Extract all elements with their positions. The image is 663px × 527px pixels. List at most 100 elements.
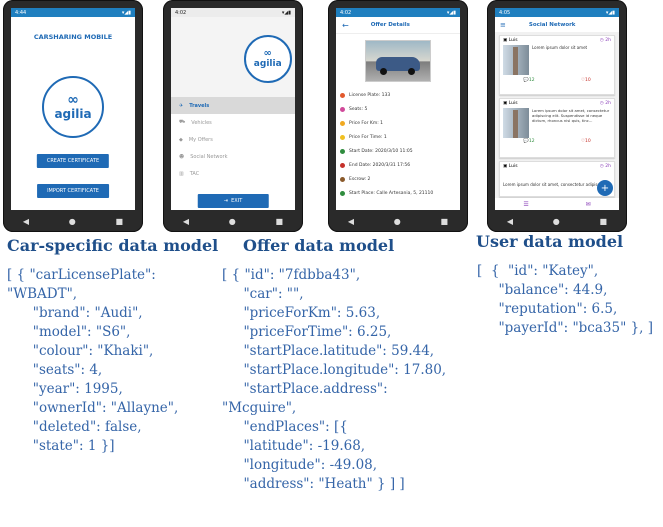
phone-menu: 4:02 ▾◢▮ ∞ agilia ✈ Travels ⛟ Vehicles ◆…	[163, 0, 303, 232]
post-card[interactable]: ▣ Luis ◷ 2h Lorem ipsum dolor sit amet, …	[499, 98, 615, 158]
exit-icon: ⇥	[223, 198, 228, 204]
back-icon[interactable]: ◀	[507, 217, 513, 226]
user-model-json: [ { "id": "Katey", "balance": 44.9, "rep…	[477, 263, 654, 336]
status-bar: 4:05 ▾◢▮	[495, 8, 619, 17]
status-time: 4:44	[15, 9, 27, 16]
signal-icon: ▾◢▮	[605, 9, 615, 16]
tag-icon: ◆	[179, 136, 183, 143]
detail-license-plate: License Plate: 133	[336, 88, 460, 102]
status-time: 4:05	[499, 9, 511, 16]
screen-carsharing: 4:44 ▾◢▮ CARSHARING MOBILE ∞ agilia CREA…	[11, 8, 135, 210]
recents-icon[interactable]: ■	[276, 217, 284, 226]
social-title: Social Network	[528, 21, 576, 28]
menu-item-vehicles[interactable]: ⛟ Vehicles	[171, 114, 295, 131]
import-certificate-button[interactable]: IMPORT CERTIFICATE	[37, 184, 109, 198]
social-bottom-bar: ☰ ✉	[495, 198, 619, 210]
status-bar: 4:02 ▾◢▮	[171, 8, 295, 17]
post-card[interactable]: ▣ Luis ◷ 2h Lorem ipsum dolor sit amet 💬…	[499, 35, 615, 95]
home-icon[interactable]: ●	[69, 217, 76, 226]
messages-tab-icon[interactable]: ✉	[586, 201, 591, 208]
drawer-header: ∞ agilia	[171, 17, 295, 97]
calendar-start-icon	[340, 148, 345, 154]
create-certificate-button[interactable]: CREATE CERTIFICATE	[36, 154, 110, 168]
phone-carsharing: 4:44 ▾◢▮ CARSHARING MOBILE ∞ agilia CREA…	[3, 0, 143, 232]
status-bar: 4:44 ▾◢▮	[11, 8, 135, 17]
post-text: Lorem ipsum dolor sit amet	[532, 45, 588, 50]
android-nav-bar: ◀ ● ■	[487, 210, 627, 232]
likes-count[interactable]: ♡10	[581, 78, 591, 83]
coin-icon	[340, 120, 345, 126]
user-model-caption: User data model	[476, 232, 624, 251]
post-image	[503, 45, 529, 75]
offer-title: Offer Details	[370, 22, 410, 28]
android-nav-bar: ◀ ● ■	[163, 210, 303, 232]
menu-item-label: Social Network	[190, 153, 228, 160]
post-user: ▣ Luis	[503, 164, 518, 169]
detail-start-date: Start Date: 2020/3/10 11:05	[336, 144, 460, 158]
likes-count[interactable]: ♡10	[581, 139, 591, 144]
car-model-caption: Car-specific data model	[7, 236, 219, 255]
infinity-icon: ∞	[67, 92, 79, 108]
car-icon	[340, 92, 345, 98]
people-icon: ☻	[179, 153, 185, 160]
detail-start-place: Start Place: Calle Artesania, 5, 21110	[336, 186, 460, 200]
post-user: ▣ Luis	[503, 38, 518, 43]
comments-count[interactable]: 💬12	[523, 78, 534, 83]
feed-tab-icon[interactable]: ☰	[523, 201, 528, 208]
detail-seats: Seats: 5	[336, 102, 460, 116]
back-icon[interactable]: ◀	[348, 217, 354, 226]
menu-item-social-network[interactable]: ☻ Social Network	[171, 148, 295, 165]
agilia-logo: ∞ agilia	[243, 35, 292, 83]
chart-icon: ▥	[179, 170, 184, 177]
clock-coin-icon	[340, 134, 345, 140]
post-time: ◷ 2h	[599, 38, 611, 43]
menu-item-travels[interactable]: ✈ Travels	[171, 97, 295, 114]
hamburger-menu-icon[interactable]: ≡	[495, 21, 511, 29]
detail-price-km: Price For Km: 1	[336, 116, 460, 130]
recents-icon[interactable]: ■	[441, 217, 449, 226]
screen-social: 4:05 ▾◢▮ ≡ Social Network ▣ Luis ◷ 2h Lo…	[495, 8, 619, 210]
menu-item-label: My Offers	[188, 136, 213, 143]
offer-appbar: ← Offer Details	[336, 17, 460, 34]
comments-count[interactable]: 💬12	[523, 139, 534, 144]
menu-item-label: Vehicles	[191, 119, 212, 126]
car-model-json: [ { "carLicensePlate": "WBADT", "brand":…	[7, 267, 179, 454]
android-nav-bar: ◀ ● ■	[328, 210, 468, 232]
back-icon[interactable]: ◀	[23, 217, 29, 226]
back-icon[interactable]: ◀	[183, 217, 189, 226]
detail-escrow: Escrow: 2	[336, 172, 460, 186]
post-time: ◷ 2h	[599, 164, 611, 169]
menu-item-label: Travels	[189, 102, 210, 109]
home-icon[interactable]: ●	[229, 217, 236, 226]
screen-offer: 4:02 ▾◢▮ ← Offer Details License Plate: …	[336, 8, 460, 210]
back-arrow-icon[interactable]: ←	[336, 21, 355, 30]
clock-icon: ◷	[599, 38, 604, 43]
signal-icon: ▾◢▮	[446, 9, 456, 16]
agilia-logo: ∞ agilia	[42, 76, 104, 138]
offer-model-json: [ { "id": "7fdbba43", "car": "", "priceF…	[222, 267, 447, 492]
post-text: Lorem ipsum dolor sit amet, consectetur …	[532, 108, 610, 123]
user-icon: ▣	[503, 164, 508, 169]
recents-icon[interactable]: ■	[600, 217, 608, 226]
place-icon	[340, 190, 345, 196]
menu-item-tac[interactable]: ▥ TAC	[171, 165, 295, 182]
status-time: 4:02	[175, 9, 187, 16]
status-bar: 4:02 ▾◢▮	[336, 8, 460, 17]
menu-item-my-offers[interactable]: ◆ My Offers	[171, 131, 295, 148]
logo-text: agilia	[253, 59, 282, 69]
menu-item-label: TAC	[189, 170, 200, 177]
home-icon[interactable]: ●	[553, 217, 560, 226]
car-photo	[365, 40, 431, 82]
logo-text: agilia	[54, 107, 92, 121]
detail-price-time: Price For Time: 1	[336, 130, 460, 144]
home-icon[interactable]: ●	[394, 217, 401, 226]
recents-icon[interactable]: ■	[116, 217, 124, 226]
offer-model-caption: Offer data model	[243, 236, 395, 255]
status-time: 4:02	[340, 9, 352, 16]
android-nav-bar: ◀ ● ■	[3, 210, 143, 232]
app-title: CARSHARING MOBILE	[33, 33, 113, 41]
add-post-fab[interactable]: +	[597, 180, 613, 196]
post-image	[503, 108, 529, 138]
exit-button[interactable]: ⇥ EXIT	[197, 194, 269, 208]
social-appbar: ≡ Social Network	[495, 17, 619, 32]
